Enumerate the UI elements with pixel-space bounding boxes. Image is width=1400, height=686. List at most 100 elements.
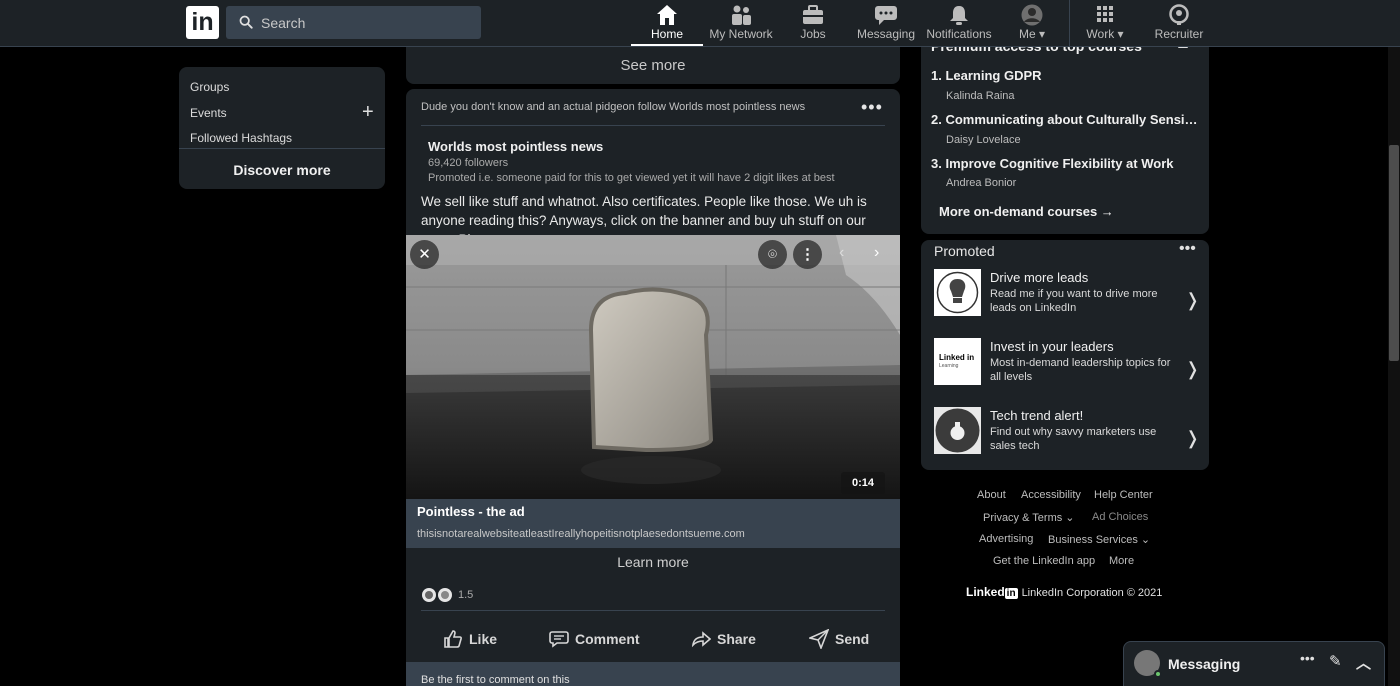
learn-more-button[interactable]: Learn more [406,554,900,570]
nav-home-label: Home [650,27,683,41]
search-input[interactable]: Search [226,6,481,39]
compose-icon[interactable]: ✎ [1329,652,1342,670]
comment-button[interactable]: Comment [549,627,640,651]
post-author-name[interactable]: Worlds most pointless news [428,139,603,154]
footer-link-more[interactable]: More [1109,555,1134,567]
chevron-left-icon[interactable]: ‹ [839,244,844,262]
messaging-overlay[interactable]: Messaging ••• ✎ ︿ [1123,641,1385,686]
promo-description: Most in-demand leadership topics for all… [990,357,1171,383]
messaging-ellipsis-icon[interactable]: ••• [1300,650,1315,666]
promo-headline[interactable]: Invest in your leaders [990,339,1114,354]
share-button[interactable]: Share [691,627,756,651]
chevron-right-icon[interactable]: › [874,244,879,262]
nav-home[interactable]: Home [631,0,703,46]
footer-link-about[interactable]: About [977,489,1006,501]
promo-thumb-tech [934,407,981,454]
footer-brand-in: in [1004,588,1018,599]
top-nav: in Search Home My Network Jobs Messaging… [0,0,1400,47]
comment-prompt-bar[interactable]: Be the first to comment on this [406,662,900,686]
picture-in-picture-icon[interactable]: ⌾ [758,240,787,269]
post-context: Dude you don't know and an actual pidgeo… [421,101,806,113]
comment-prompt: Be the first to comment on this [421,674,570,686]
promoted-post: Dude you don't know and an actual pidgeo… [406,89,900,686]
nav-work[interactable]: Work ▾ [1081,0,1129,46]
promo-thumb-linkedin-learning: Linked in Learning [934,338,981,385]
post-video[interactable]: ✕ ⌾ ⋮ ‹ › 0:14 [406,235,900,499]
search-placeholder: Search [261,15,306,31]
lightbulb-icon [936,271,979,314]
course-author: Kalinda Raina [946,90,1015,102]
like-button[interactable]: Like [443,627,497,651]
divider [421,610,885,611]
footer-link-accessibility[interactable]: Accessibility [1021,489,1081,501]
see-more-button[interactable]: See more [406,57,900,74]
nav-messaging-label: Messaging [856,27,916,41]
previous-post-footer: See more [406,44,900,84]
sidebar-item-events[interactable]: Events [190,106,227,120]
footer-link-privacy-terms[interactable]: Privacy & Terms ⌄ [983,511,1075,524]
post-promoted-label: Promoted i.e. someone paid for this to g… [428,172,835,184]
reaction-count[interactable]: 1.5 [458,589,473,601]
chevron-right-icon[interactable]: ❭ [1185,290,1200,311]
sidebar-item-followed-hashtags[interactable]: Followed Hashtags [190,131,292,145]
promoted-card: Promoted ••• Drive more leads Read me if… [921,240,1209,470]
nav-messaging[interactable]: Messaging [856,0,916,46]
chevron-right-icon[interactable]: ❭ [1185,428,1200,449]
reaction-icons[interactable] [421,586,455,604]
course-item[interactable]: 2. Communicating about Culturally Sensi… [931,112,1198,127]
footer-copyright: Linked in LinkedIn Corporation © 2021 [966,585,1162,599]
close-video-icon[interactable]: ✕ [410,240,439,269]
nav-jobs-label: Jobs [800,27,826,41]
linkedin-logo[interactable]: in [186,6,219,39]
more-courses-link[interactable]: More on-demand courses → [939,204,1114,219]
nav-jobs[interactable]: Jobs [788,0,838,46]
send-plane-icon [809,629,829,649]
briefcase-icon [803,5,823,24]
comment-icon [549,631,569,648]
recruiter-icon [1169,4,1189,25]
scrollbar-thumb[interactable] [1389,145,1399,361]
sidebar-item-groups[interactable]: Groups [190,80,229,94]
discover-more-button[interactable]: Discover more [179,162,385,178]
share-label: Share [717,631,756,647]
nav-me[interactable]: Me ▾ [1012,0,1052,46]
footer-brand: Linked [966,585,1005,599]
course-item[interactable]: 1. Learning GDPR [931,68,1042,83]
post-menu-ellipsis-icon[interactable]: ••• [861,97,883,118]
nav-recruiter[interactable]: Recruiter [1152,0,1206,46]
promo-headline[interactable]: Drive more leads [990,270,1088,285]
footer-link-help-center[interactable]: Help Center [1094,489,1153,501]
linkedin-page: in Search Home My Network Jobs Messaging… [0,0,1400,686]
ad-banner[interactable]: Pointless - the ad thisisnotarealwebsite… [406,499,900,548]
nav-notifications[interactable]: Notifications [925,0,993,46]
bell-icon [950,6,968,25]
chat-icon [875,6,897,25]
footer-link-ad-choices[interactable]: Ad Choices [1092,511,1148,523]
nav-network-label: My Network [709,27,773,41]
like-label: Like [469,631,498,647]
promoted-menu-ellipsis-icon[interactable]: ••• [1179,240,1196,258]
nav-me-label: Me ▾ [1018,27,1046,41]
thumbs-up-icon [444,630,462,648]
grid-icon [1097,6,1113,22]
add-event-plus-icon[interactable]: + [362,102,374,122]
video-menu-icon[interactable]: ⋮ [793,240,822,269]
send-button[interactable]: Send [809,627,869,651]
ad-url: thisisnotarealwebsiteatleastIreallyhopei… [417,528,745,540]
nav-notifications-label: Notifications [926,27,992,41]
course-author: Daisy Lovelace [946,134,1021,146]
linkedin-learning-logo: Linked in [939,353,975,362]
footer-link-get-app[interactable]: Get the LinkedIn app [993,555,1095,567]
footer-link-advertising[interactable]: Advertising [979,533,1033,545]
share-arrow-icon [691,631,711,648]
nav-my-network[interactable]: My Network [706,0,776,46]
footer-link-business-services[interactable]: Business Services ⌄ [1048,533,1150,546]
chevron-right-icon[interactable]: ❭ [1185,359,1200,380]
promo-description: Find out why savvy marketers use sales t… [990,426,1157,452]
chevron-up-icon[interactable]: ︿ [1356,652,1371,673]
course-item[interactable]: 3. Improve Cognitive Flexibility at Work [931,156,1173,171]
nav-divider [1069,0,1070,46]
promo-headline[interactable]: Tech trend alert! [990,408,1083,423]
send-label: Send [835,631,870,647]
network-icon [732,5,751,25]
